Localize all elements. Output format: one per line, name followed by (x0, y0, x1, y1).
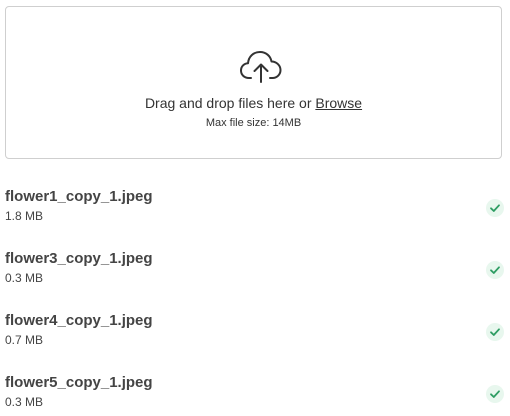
cloud-upload-icon (239, 48, 283, 84)
file-size: 1.8 MB (5, 209, 44, 223)
file-name: flower5_copy_1.jpeg (5, 374, 153, 391)
file-item: flower1_copy_1.jpeg 1.8 MB (5, 188, 505, 228)
file-name: flower3_copy_1.jpeg (5, 250, 153, 267)
file-size: 0.3 MB (5, 271, 44, 285)
file-name: flower1_copy_1.jpeg (5, 188, 153, 205)
file-dropzone[interactable]: Drag and drop files here or Browse Max f… (5, 6, 502, 159)
file-name: flower4_copy_1.jpeg (5, 312, 153, 329)
file-item: flower4_copy_1.jpeg 0.7 MB (5, 312, 505, 352)
check-icon (486, 385, 504, 403)
browse-link[interactable]: Browse (315, 95, 362, 111)
check-icon (486, 261, 504, 279)
max-file-size: Max file size: 14MB (205, 117, 302, 129)
drop-text: Drag and drop files here or (144, 95, 316, 111)
file-size: 0.7 MB (5, 333, 44, 347)
check-icon (486, 199, 504, 217)
file-size: 0.3 MB (5, 395, 44, 409)
dropzone-instructions: Drag and drop files here or Browse (6, 95, 501, 111)
file-item: flower5_copy_1.jpeg 0.3 MB (5, 374, 505, 414)
file-item: flower3_copy_1.jpeg 0.3 MB (5, 250, 505, 290)
check-icon (486, 323, 504, 341)
